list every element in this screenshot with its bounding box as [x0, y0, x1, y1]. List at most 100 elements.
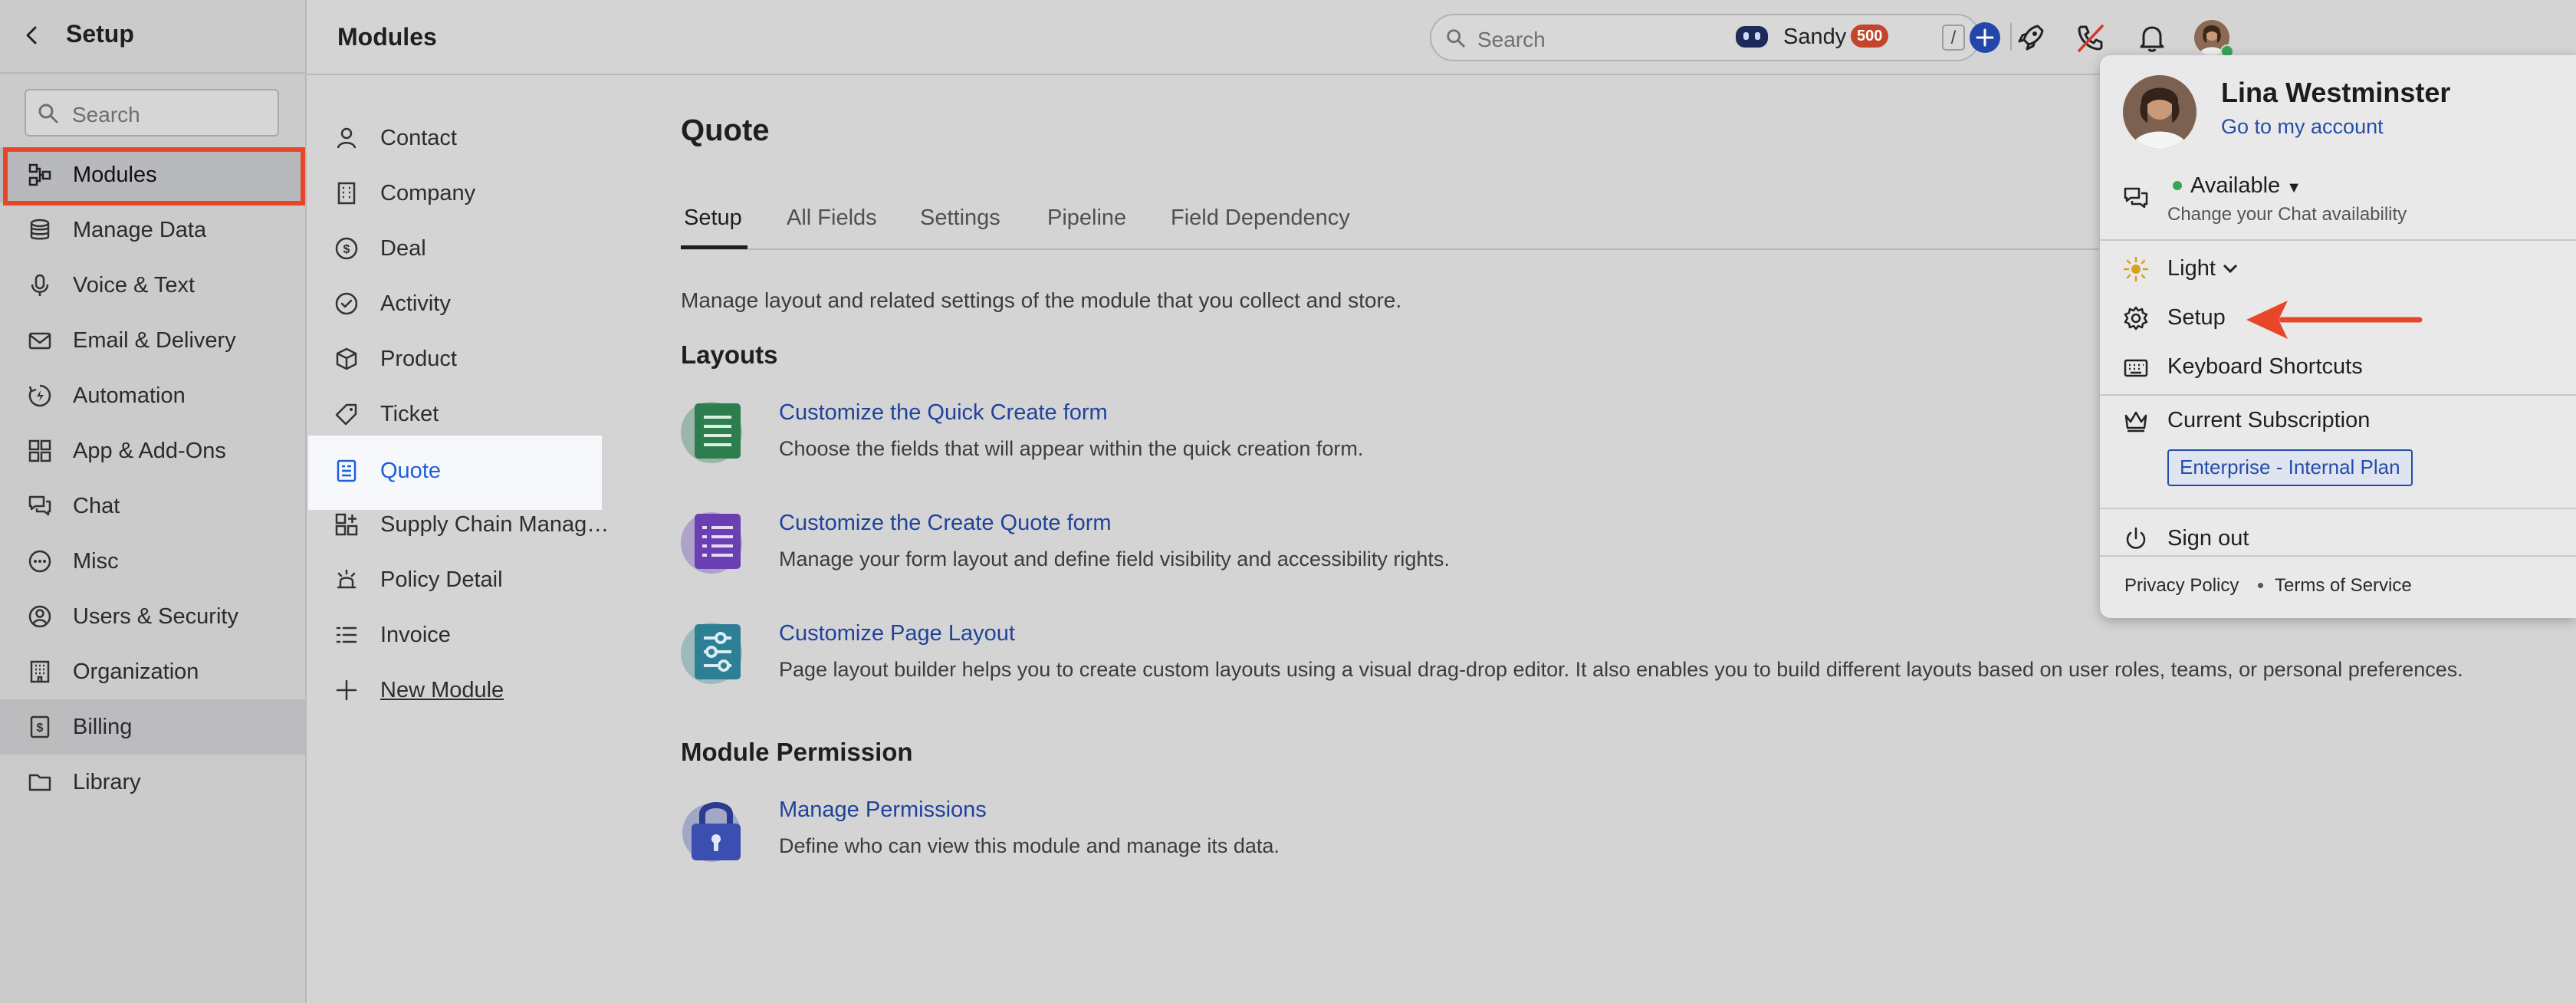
module-item-invoice[interactable]: Invoice: [307, 607, 613, 663]
sidebar-item-library[interactable]: Library: [0, 755, 305, 810]
grid-plus-icon: [335, 513, 358, 536]
module-item-activity[interactable]: Activity: [307, 276, 613, 331]
module-item-deal[interactable]: $ Deal: [307, 221, 613, 276]
annotation-arrow-icon: [2246, 301, 2423, 339]
bell-icon[interactable]: [2136, 21, 2168, 54]
current-subscription-item[interactable]: Current Subscription: [2167, 408, 2370, 433]
company-icon: [337, 182, 356, 205]
module-item-label: Product: [380, 347, 457, 371]
search-icon: [1447, 29, 1465, 48]
menu-divider: [2100, 394, 2576, 396]
sidebar-item-label: App & Add-Ons: [73, 439, 226, 463]
database-icon: [30, 219, 50, 240]
active-tab-indicator: [681, 245, 748, 249]
sidebar-item-label: Manage Data: [73, 218, 207, 242]
menu-divider: [2100, 239, 2576, 241]
setup-menu-item[interactable]: Setup: [2167, 305, 2226, 330]
divider: [2010, 23, 2012, 51]
microphone-icon: [31, 274, 49, 296]
chevron-left-icon[interactable]: [20, 23, 44, 48]
quick-create-link[interactable]: Customize the Quick Create form: [779, 400, 1108, 426]
keyboard-shortcuts-item[interactable]: Keyboard Shortcuts: [2167, 354, 2363, 380]
module-item-product[interactable]: Product: [307, 331, 613, 386]
search-shortcut-key: /: [1942, 25, 1965, 51]
sidebar-title: Setup: [66, 20, 134, 48]
sidebar-item-manage-data[interactable]: Manage Data: [0, 202, 305, 258]
plus-circle-icon[interactable]: [1969, 21, 2001, 54]
module-item-label: Policy Detail: [380, 567, 503, 592]
create-quote-link[interactable]: Customize the Create Quote form: [779, 511, 1112, 536]
tag-icon: [335, 403, 357, 426]
sidebar-item-automation[interactable]: Automation: [0, 368, 305, 423]
module-item-label: Ticket: [380, 402, 439, 426]
tab-pipeline[interactable]: Pipeline: [1047, 206, 1126, 231]
sidebar-item-label: Automation: [73, 383, 186, 408]
sidebar-item-apps[interactable]: App & Add-Ons: [0, 423, 305, 478]
chat-icon: [28, 495, 51, 516]
tab-all-fields[interactable]: All Fields: [787, 206, 877, 231]
manage-permissions-link[interactable]: Manage Permissions: [779, 797, 987, 823]
layout-page-layout: Customize Page Layout Page layout builde…: [681, 617, 2521, 690]
sidebar-search-input[interactable]: Search: [25, 89, 279, 136]
module-permission-heading: Module Permission: [681, 738, 913, 766]
availability-hint: Change your Chat availability: [2167, 204, 2407, 225]
building-icon: [30, 660, 50, 683]
sidebar-item-users-security[interactable]: Users & Security: [0, 589, 305, 644]
apps-icon: [28, 439, 51, 462]
caret-down-icon: ▼: [2286, 179, 2302, 196]
global-search-input[interactable]: Search /: [1430, 14, 1980, 61]
module-list: Contact Company $ Deal Activity Product …: [307, 110, 613, 718]
availability-dropdown[interactable]: Available ▼: [2190, 173, 2302, 199]
app-window: Setup Search Modules Manage Data Voice &…: [0, 0, 2576, 1003]
sidebar-search-placeholder: Search: [72, 103, 140, 127]
sidebar-item-label: Email & Delivery: [73, 328, 236, 353]
svg-text:$: $: [343, 243, 350, 256]
phone-off-icon[interactable]: [2075, 21, 2107, 54]
sidebar-item-voice-text[interactable]: Voice & Text: [0, 258, 305, 313]
sign-out-item[interactable]: Sign out: [2167, 526, 2249, 551]
sidebar-item-organization[interactable]: Organization: [0, 644, 305, 699]
rocket-icon[interactable]: [2015, 21, 2047, 54]
module-item-company[interactable]: Company: [307, 166, 613, 221]
privacy-policy-link[interactable]: Privacy Policy: [2124, 575, 2239, 597]
sidebar-header: Setup: [0, 0, 305, 74]
go-to-account-link[interactable]: Go to my account: [2221, 115, 2384, 139]
module-item-policy-detail[interactable]: Policy Detail: [307, 552, 613, 607]
permission-item: Manage Permissions Define who can view t…: [681, 793, 2521, 867]
tab-setup[interactable]: Setup: [684, 206, 742, 231]
plan-badge[interactable]: Enterprise - Internal Plan: [2167, 449, 2413, 486]
manage-permissions-desc: Define who can view this module and mana…: [779, 834, 1280, 857]
crown-icon: [2124, 411, 2147, 432]
sidebar-item-billing[interactable]: $ Billing: [0, 699, 305, 755]
module-item-contact[interactable]: Contact: [307, 110, 613, 166]
new-module-link[interactable]: New Module: [307, 663, 613, 718]
module-item-quote[interactable]: Quote: [308, 436, 602, 510]
form-green-icon: [681, 402, 742, 463]
terms-of-service-link[interactable]: Terms of Service: [2275, 575, 2412, 597]
power-icon: [2126, 527, 2146, 549]
page-layout-link[interactable]: Customize Page Layout: [779, 621, 1015, 646]
assistant-name[interactable]: Sandy: [1783, 25, 1846, 50]
setup-sidebar: Setup Search Modules Manage Data Voice &…: [0, 0, 307, 1003]
sidebar-nav: Modules Manage Data Voice & Text Email &…: [0, 147, 305, 810]
layouts-heading: Layouts: [681, 340, 778, 369]
sidebar-item-email-delivery[interactable]: Email & Delivery: [0, 313, 305, 368]
theme-dropdown[interactable]: Light: [2167, 256, 2239, 281]
menu-divider: [2100, 508, 2576, 509]
sidebar-item-misc[interactable]: Misc: [0, 534, 305, 589]
module-item-label: Contact: [380, 126, 457, 150]
bot-icon[interactable]: [1734, 21, 1769, 52]
module-item-ticket[interactable]: Ticket: [307, 386, 613, 442]
tab-field-dependency[interactable]: Field Dependency: [1171, 206, 1350, 231]
module-item-label: Supply Chain Manageme...: [380, 512, 610, 537]
gear-icon: [2124, 306, 2148, 330]
theme-label: Light: [2167, 256, 2216, 281]
sidebar-item-modules[interactable]: Modules: [0, 147, 305, 202]
module-item-label: Quote: [380, 459, 441, 483]
tab-settings[interactable]: Settings: [920, 206, 1001, 231]
credits-badge: 500: [1851, 25, 1889, 48]
sidebar-item-label: Chat: [73, 494, 120, 518]
sidebar-item-chat[interactable]: Chat: [0, 478, 305, 534]
profile-name: Lina Westminster: [2221, 77, 2451, 108]
svg-text:$: $: [37, 722, 44, 735]
